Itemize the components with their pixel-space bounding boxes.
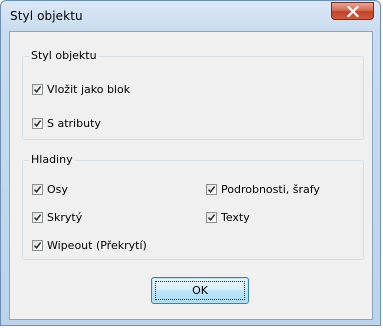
checkbox-box[interactable] [32, 240, 43, 251]
dialog-client-area: Styl objektu Vložit jako blok S atributy [9, 31, 373, 320]
group-hladiny-label: Hladiny [29, 153, 75, 166]
ok-button[interactable]: OK [151, 277, 249, 304]
checkbox-texty[interactable]: Texty [206, 211, 250, 224]
checkbox-label: Wipeout (Překrytí) [47, 239, 147, 252]
checkbox-box[interactable] [32, 84, 43, 95]
checkbox-vlozit-jako-blok[interactable]: Vložit jako blok [32, 83, 130, 96]
group-styl-objektu: Styl objektu Vložit jako blok S atributy [22, 49, 364, 140]
dialog-window: Styl objektu Styl objektu Vložit jako bl… [0, 0, 381, 326]
checkbox-podrobnosti-srafy[interactable]: Podrobnosti, šrafy [206, 183, 320, 196]
checkbox-box[interactable] [206, 212, 217, 223]
checkbox-box[interactable] [32, 184, 43, 195]
checkbox-label: Texty [221, 211, 250, 224]
checkbox-skryty[interactable]: Skrytý [32, 211, 82, 224]
group-hladiny: Hladiny Osy Skrytý Wipeout (Překrytí) Po… [22, 153, 364, 260]
window-title: Styl objektu [10, 9, 83, 23]
checkmark-icon [33, 86, 42, 93]
checkmark-icon [207, 214, 216, 221]
checkmark-icon [207, 186, 216, 193]
checkmark-icon [33, 242, 42, 249]
group-styl-objektu-label: Styl objektu [29, 49, 99, 62]
checkbox-label: Vložit jako blok [47, 83, 131, 96]
checkmark-icon [33, 186, 42, 193]
checkbox-s-atributy[interactable]: S atributy [32, 117, 101, 130]
checkbox-box[interactable] [206, 184, 217, 195]
checkbox-label: S atributy [47, 117, 101, 130]
checkmark-icon [33, 120, 42, 127]
title-bar[interactable]: Styl objektu [1, 1, 380, 31]
checkbox-label: Podrobnosti, šrafy [221, 183, 320, 196]
checkbox-label: Osy [47, 183, 68, 196]
checkbox-osy[interactable]: Osy [32, 183, 68, 196]
close-icon [346, 5, 359, 17]
checkmark-icon [33, 214, 42, 221]
checkbox-box[interactable] [32, 212, 43, 223]
ok-button-label: OK [192, 284, 208, 297]
checkbox-label: Skrytý [47, 211, 83, 224]
close-button[interactable] [331, 2, 374, 20]
checkbox-box[interactable] [32, 118, 43, 129]
checkbox-wipeout[interactable]: Wipeout (Překrytí) [32, 239, 147, 252]
